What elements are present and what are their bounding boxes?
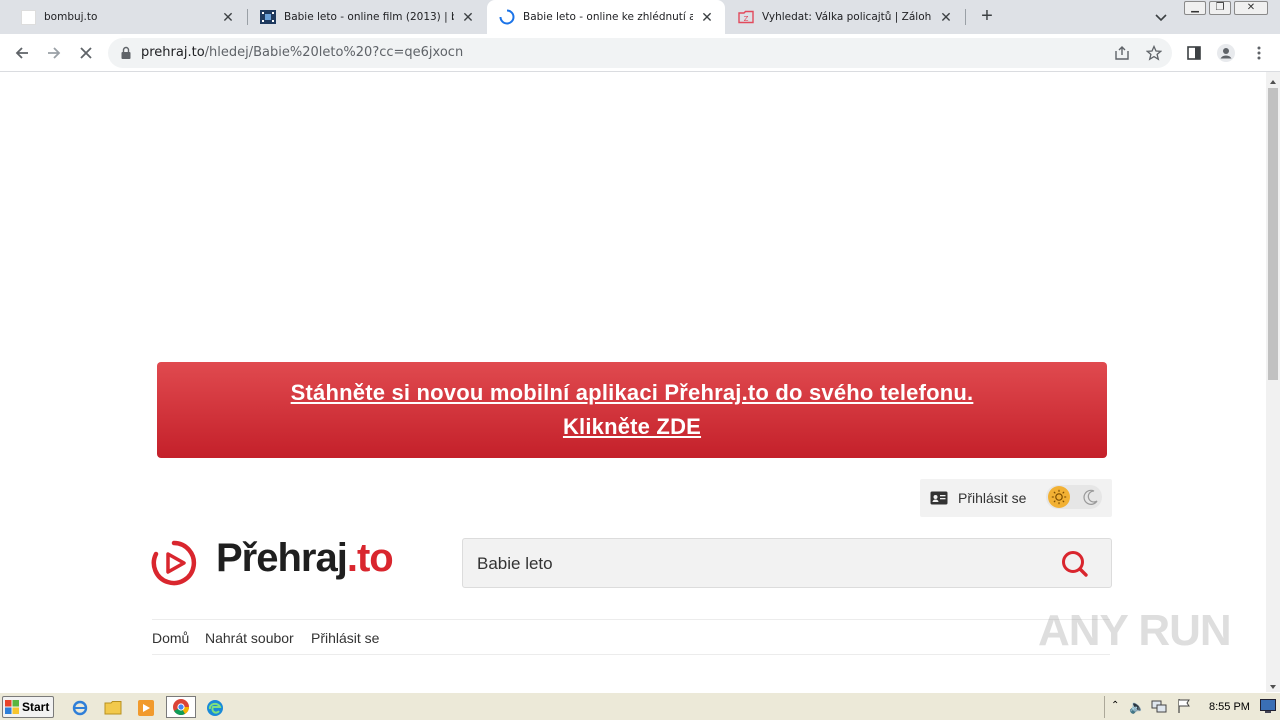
system-tray: ⌃ 🔈 xyxy=(1104,696,1280,718)
share-icon[interactable] xyxy=(1111,42,1133,64)
tab-separator xyxy=(965,9,966,25)
tab-zalohuj[interactable]: Z Vyhledat: Válka policajtů | Zálohuj.si… xyxy=(726,0,964,34)
search-box xyxy=(462,538,1112,588)
banner-line-2[interactable]: Klikněte ZDE xyxy=(563,410,701,444)
logo-text-tld: .to xyxy=(346,536,394,580)
nav-item-upload[interactable]: Nahrát soubor xyxy=(205,630,294,646)
action-center-flag-icon[interactable] xyxy=(1177,698,1191,719)
tab-search-chevron-down-icon[interactable] xyxy=(1152,9,1170,25)
clock: 8:55 PM xyxy=(1209,701,1250,713)
tray-expand-chevron-icon[interactable]: ⌃ xyxy=(1111,700,1119,711)
tab-prehraj-active[interactable]: Babie leto - online ke zhlédnutí a ke st… xyxy=(487,0,725,34)
blank-page-icon xyxy=(20,9,36,25)
windows-logo-icon xyxy=(5,700,19,714)
nav-item-login[interactable]: Přihlásit se xyxy=(311,630,379,646)
login-link[interactable]: Přihlásit se xyxy=(958,490,1026,506)
moon-icon[interactable] xyxy=(1082,488,1100,506)
play-logo-icon[interactable] xyxy=(151,540,197,586)
network-icon[interactable] xyxy=(1151,698,1167,719)
tab-bombuj-film[interactable]: Babie leto - online film (2013) | bombuj… xyxy=(248,0,486,34)
scroll-up-arrow-icon[interactable] xyxy=(1268,74,1278,84)
banner-line-1[interactable]: Stáhněte si novou mobilní aplikaci Přehr… xyxy=(291,376,974,410)
url-text[interactable]: prehraj.to/hledej/Babie%20leto%20?cc=qe6… xyxy=(141,45,463,60)
search-input[interactable] xyxy=(477,554,1037,574)
new-tab-plus-icon[interactable]: + xyxy=(976,6,998,28)
kebab-menu-icon[interactable] xyxy=(1248,42,1270,64)
close-tab-icon[interactable]: ✕ xyxy=(460,9,476,25)
profile-avatar-icon[interactable] xyxy=(1215,42,1237,64)
bookmark-star-icon[interactable] xyxy=(1143,42,1165,64)
anyrun-watermark: ANY RUN xyxy=(1038,606,1232,655)
film-icon xyxy=(260,9,276,25)
edge-icon[interactable] xyxy=(205,698,225,718)
close-tab-icon[interactable]: ✕ xyxy=(699,9,715,25)
internet-explorer-icon[interactable] xyxy=(70,698,90,718)
svg-text:Z: Z xyxy=(744,15,749,23)
close-tab-icon[interactable]: ✕ xyxy=(220,9,236,25)
main-nav: Domů Nahrát soubor Přihlásit se xyxy=(152,619,1110,655)
side-panel-icon[interactable] xyxy=(1183,42,1205,64)
media-player-icon[interactable] xyxy=(136,698,156,718)
url-path: /hledej/Babie%20leto%20?cc=qe6jxocn xyxy=(204,45,464,60)
show-desktop-icon[interactable] xyxy=(1260,699,1276,713)
nav-item-home[interactable]: Domů xyxy=(152,630,189,646)
mobile-app-banner[interactable]: Stáhněte si novou mobilní aplikaci Přehr… xyxy=(157,362,1107,458)
lock-icon[interactable] xyxy=(120,46,132,60)
tab-bombuj[interactable]: bombuj.to ✕ xyxy=(8,0,246,34)
header-login-box: Přihlásit se xyxy=(920,479,1112,517)
id-card-icon[interactable] xyxy=(930,491,948,505)
back-arrow-icon[interactable] xyxy=(11,42,33,64)
close-tab-icon[interactable]: ✕ xyxy=(938,9,954,25)
sun-icon[interactable] xyxy=(1048,486,1070,508)
site-logo[interactable]: Přehraj.to xyxy=(216,536,394,581)
folder-icon: Z xyxy=(738,9,754,25)
stop-loading-x-icon[interactable] xyxy=(75,42,97,64)
file-explorer-icon[interactable] xyxy=(103,698,123,718)
logo-text-main: Přehraj xyxy=(216,536,348,580)
windows-taskbar: Start ⌃ 🔈 8:55 PM xyxy=(0,692,1280,720)
tab-title: bombuj.to xyxy=(44,11,98,23)
tab-title: Babie leto - online film (2013) | bombuj… xyxy=(284,11,454,23)
tab-title: Babie leto - online ke zhlédnutí a ke st… xyxy=(523,11,693,23)
tab-strip: bombuj.to ✕ Babie leto - online film (20… xyxy=(0,0,1280,34)
start-button[interactable]: Start xyxy=(2,696,54,718)
search-icon[interactable] xyxy=(1059,549,1091,579)
volume-icon[interactable]: 🔈 xyxy=(1129,699,1145,715)
url-host: prehraj.to xyxy=(141,45,205,60)
forward-arrow-icon[interactable] xyxy=(43,42,65,64)
scroll-down-arrow-icon[interactable] xyxy=(1268,679,1278,689)
chrome-icon[interactable] xyxy=(166,696,196,718)
close-window-icon[interactable]: ✕ xyxy=(1234,1,1268,15)
minimize-window-icon[interactable]: ▁ xyxy=(1184,1,1206,15)
loading-spinner-icon xyxy=(499,9,515,25)
tab-title: Vyhledat: Válka policajtů | Zálohuj.si xyxy=(762,11,932,23)
scrollbar-thumb[interactable] xyxy=(1268,88,1278,380)
restore-window-icon[interactable]: ❐ xyxy=(1209,1,1231,15)
start-label: Start xyxy=(22,700,50,714)
